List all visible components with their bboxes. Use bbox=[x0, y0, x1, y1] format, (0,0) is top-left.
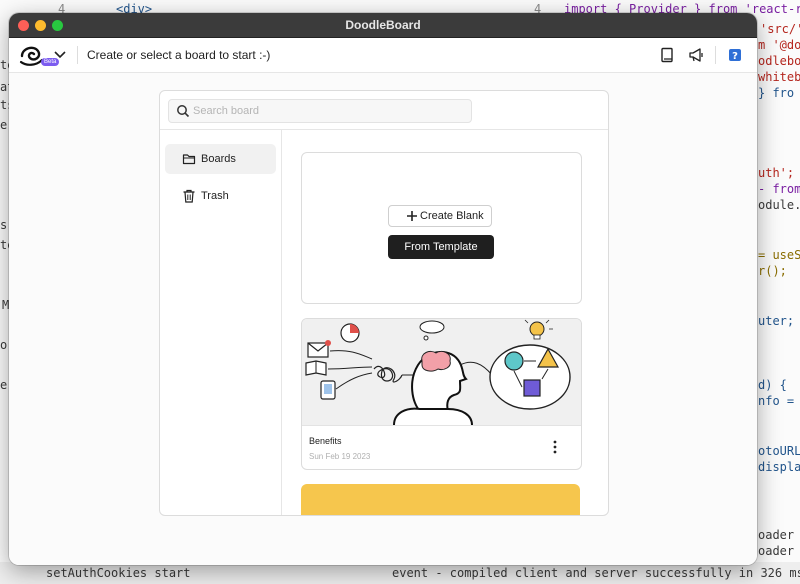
terminal-pane: setAuthCookies start bbox=[0, 562, 380, 584]
board-date: Sun Feb 19 2023 bbox=[309, 452, 371, 461]
megaphone-icon[interactable] bbox=[688, 47, 704, 63]
board-card[interactable] bbox=[301, 484, 580, 515]
plus-icon bbox=[406, 209, 418, 223]
code-line: uth'; bbox=[758, 166, 795, 180]
sidebar-item-boards[interactable]: Boards bbox=[165, 144, 276, 174]
folder-icon bbox=[182, 152, 196, 166]
code-line: displa bbox=[758, 460, 800, 474]
code-line: whitebo bbox=[758, 70, 800, 84]
code-line: d) { bbox=[758, 378, 787, 392]
from-template-button[interactable]: From Template bbox=[388, 235, 494, 259]
boards-panel: Boards Trash Create Blank From Template bbox=[159, 90, 609, 516]
window-title: DoodleBoard bbox=[345, 18, 421, 32]
board-name: Benefits bbox=[309, 436, 342, 446]
code-line: } fro bbox=[758, 86, 795, 100]
header-divider bbox=[77, 46, 78, 64]
chevron-down-icon[interactable] bbox=[53, 47, 67, 61]
code-line: oader bbox=[758, 544, 795, 558]
panel-divider bbox=[160, 129, 608, 130]
title-bar: DoodleBoard bbox=[9, 13, 757, 38]
sidebar-item-label: Boards bbox=[201, 153, 236, 165]
code-line: m '@do bbox=[758, 38, 800, 52]
code-line: = useS bbox=[758, 248, 800, 262]
header-hint: Create or select a board to start :-) bbox=[87, 48, 271, 62]
code-line: odule.l bbox=[758, 198, 800, 212]
code-line: oader bbox=[758, 528, 795, 542]
more-options-icon[interactable] bbox=[548, 439, 562, 455]
svg-text:?: ? bbox=[732, 51, 738, 62]
main-content: Boards Trash Create Blank From Template bbox=[9, 73, 757, 565]
terminal-line: event - compiled client and server succe… bbox=[392, 566, 800, 580]
panel-divider bbox=[281, 130, 282, 515]
code-line: odleboa bbox=[758, 54, 800, 68]
code-line: - from bbox=[758, 182, 800, 196]
header-divider bbox=[715, 46, 716, 64]
terminal-line: setAuthCookies start bbox=[46, 566, 191, 580]
board-card[interactable]: Benefits Sun Feb 19 2023 bbox=[301, 318, 582, 470]
sidebar-item-trash[interactable]: Trash bbox=[165, 181, 276, 211]
card-divider bbox=[302, 425, 581, 426]
code-line: 'src/'; bbox=[760, 22, 800, 36]
code-line: otoURL, bbox=[758, 444, 800, 458]
sidebar-item-label: Trash bbox=[201, 190, 229, 202]
app-window: DoodleBoard Beta Create or select a boar… bbox=[9, 13, 757, 565]
search-icon bbox=[176, 104, 190, 118]
terminal-pane: event - compiled client and server succe… bbox=[380, 562, 800, 584]
code-line: r(); bbox=[758, 264, 787, 278]
search-input[interactable] bbox=[193, 100, 463, 122]
trash-icon bbox=[182, 189, 196, 203]
book-icon[interactable] bbox=[659, 47, 675, 63]
help-icon[interactable]: ? bbox=[727, 47, 743, 63]
code-line: nfo = { bbox=[758, 394, 800, 408]
new-board-card: Create Blank From Template bbox=[301, 152, 582, 304]
search-box[interactable] bbox=[168, 99, 472, 123]
create-blank-button[interactable]: Create Blank bbox=[388, 205, 492, 227]
app-header: Beta Create or select a board to start :… bbox=[9, 38, 757, 73]
code-line: uter; bbox=[758, 314, 795, 328]
create-blank-label: Create Blank bbox=[420, 210, 484, 222]
board-thumbnail bbox=[302, 319, 581, 426]
